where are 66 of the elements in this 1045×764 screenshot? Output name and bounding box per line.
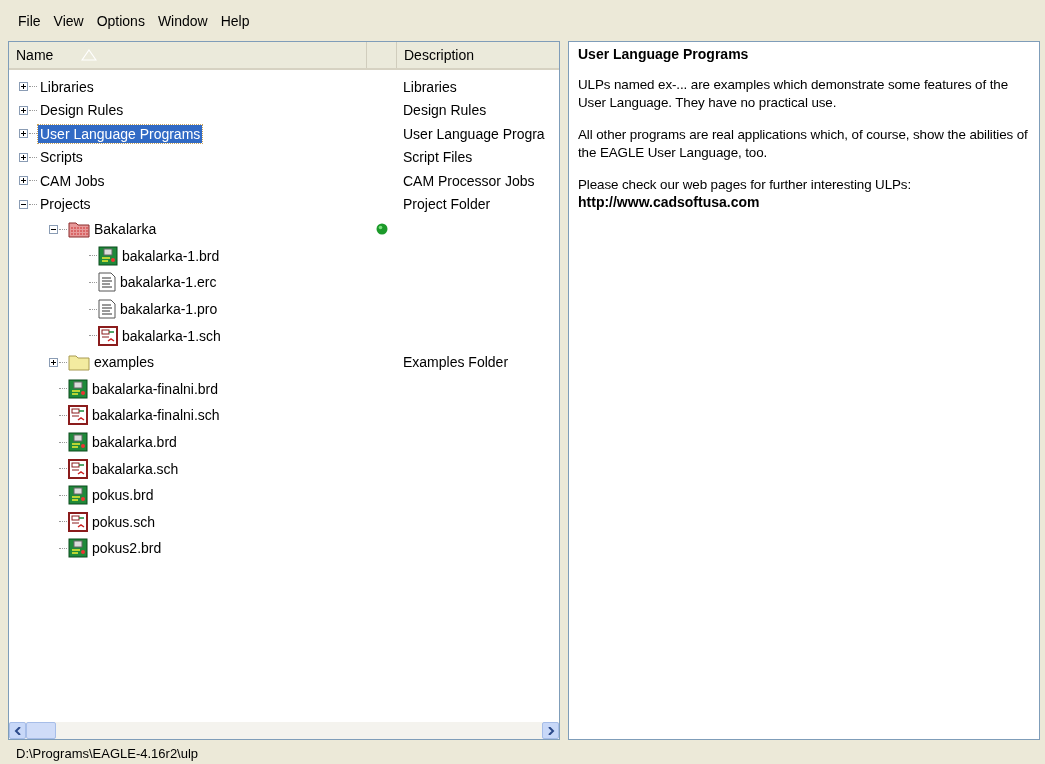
info-paragraph: ULPs named ex-... are examples which demonstrate some features of the User Language. They have no practical use. bbox=[578, 76, 1009, 112]
tree-item[interactable]: examples bbox=[92, 353, 156, 372]
scroll-right-button[interactable] bbox=[542, 722, 559, 739]
tree-item[interactable]: bakalarka-1.erc bbox=[118, 273, 219, 292]
tree-item[interactable]: User Language Programs bbox=[38, 124, 203, 143]
expand-icon[interactable] bbox=[19, 82, 28, 92]
expand-icon[interactable] bbox=[19, 176, 28, 186]
collapse-icon[interactable] bbox=[49, 224, 58, 234]
tree-item[interactable]: bakalarka-finalni.sch bbox=[90, 406, 222, 425]
schematic-icon bbox=[68, 511, 88, 532]
description-text: User Language Progra bbox=[403, 125, 545, 142]
text-file-icon bbox=[98, 272, 116, 293]
tree-item[interactable]: Scripts bbox=[38, 148, 85, 167]
tree-item[interactable]: pokus2.brd bbox=[90, 539, 164, 558]
menu-item[interactable]: Options bbox=[96, 13, 145, 29]
menu-item[interactable]: File bbox=[18, 13, 41, 29]
sort-ascending-icon bbox=[81, 49, 98, 61]
info-title: User Language Programs bbox=[578, 46, 750, 62]
expand-icon[interactable] bbox=[49, 357, 58, 367]
description-text: CAM Processor Jobs bbox=[403, 172, 535, 189]
expand-icon[interactable] bbox=[19, 129, 28, 139]
circuit-board-icon bbox=[68, 432, 88, 453]
expand-icon[interactable] bbox=[19, 152, 28, 162]
tree-item[interactable]: bakalarka-1.brd bbox=[120, 246, 222, 265]
tree-item[interactable]: bakalarka-1.sch bbox=[120, 326, 223, 345]
tree-item[interactable]: Projects bbox=[38, 195, 93, 214]
tree-item[interactable]: Libraries bbox=[38, 77, 96, 96]
description-text: Libraries bbox=[403, 78, 457, 95]
schematic-icon bbox=[68, 405, 88, 426]
scroll-left-button[interactable] bbox=[9, 722, 26, 739]
column-header[interactable]: Description bbox=[397, 42, 559, 68]
web-link[interactable]: http://www.cadsoftusa.com bbox=[578, 194, 1030, 210]
tree-item[interactable]: Design Rules bbox=[38, 101, 126, 120]
tree-item[interactable]: CAM Jobs bbox=[38, 171, 107, 190]
tree-item[interactable]: Bakalarka bbox=[92, 220, 159, 239]
tree-item[interactable]: bakalarka-finalni.brd bbox=[90, 379, 221, 398]
column-header-label: Name bbox=[16, 47, 54, 63]
menu-item[interactable]: Window bbox=[157, 13, 208, 29]
tree-item[interactable]: bakalarka.sch bbox=[90, 459, 181, 478]
scroll-thumb[interactable] bbox=[26, 722, 56, 739]
tree-item[interactable]: bakalarka-1.pro bbox=[118, 300, 220, 319]
tree-item[interactable]: pokus.sch bbox=[90, 512, 158, 531]
tree-item[interactable]: pokus.brd bbox=[90, 486, 156, 505]
project-folder-icon bbox=[68, 220, 90, 239]
description-text: Design Rules bbox=[403, 102, 487, 119]
collapse-icon[interactable] bbox=[19, 199, 28, 209]
menu-item[interactable]: Help bbox=[220, 13, 250, 29]
tree-item[interactable]: bakalarka.brd bbox=[90, 433, 179, 452]
description-text: Project Folder bbox=[403, 196, 491, 213]
description-text: Examples Folder bbox=[403, 354, 509, 371]
schematic-icon bbox=[68, 458, 88, 479]
column-header[interactable]: Name bbox=[9, 42, 367, 68]
folder-icon bbox=[68, 353, 90, 372]
circuit-board-icon bbox=[68, 538, 88, 559]
expand-icon[interactable] bbox=[19, 105, 28, 115]
menu-item[interactable]: View bbox=[53, 13, 84, 29]
info-paragraph: Please check our web pages for further interesting ULPs: bbox=[578, 176, 913, 194]
circuit-board-icon bbox=[98, 245, 118, 266]
circuit-board-icon bbox=[68, 378, 88, 399]
circuit-board-icon bbox=[68, 485, 88, 506]
text-file-icon bbox=[98, 299, 116, 320]
description-text: Script Files bbox=[403, 149, 473, 166]
info-paragraph: All other programs are real applications which, of course, show the abilities of the EAGLE User Language, too. bbox=[578, 126, 1029, 162]
status-path: D:\Programs\EAGLE-4.16r2\ulp bbox=[16, 745, 199, 761]
horizontal-scrollbar[interactable] bbox=[9, 722, 559, 739]
schematic-icon bbox=[98, 325, 118, 346]
